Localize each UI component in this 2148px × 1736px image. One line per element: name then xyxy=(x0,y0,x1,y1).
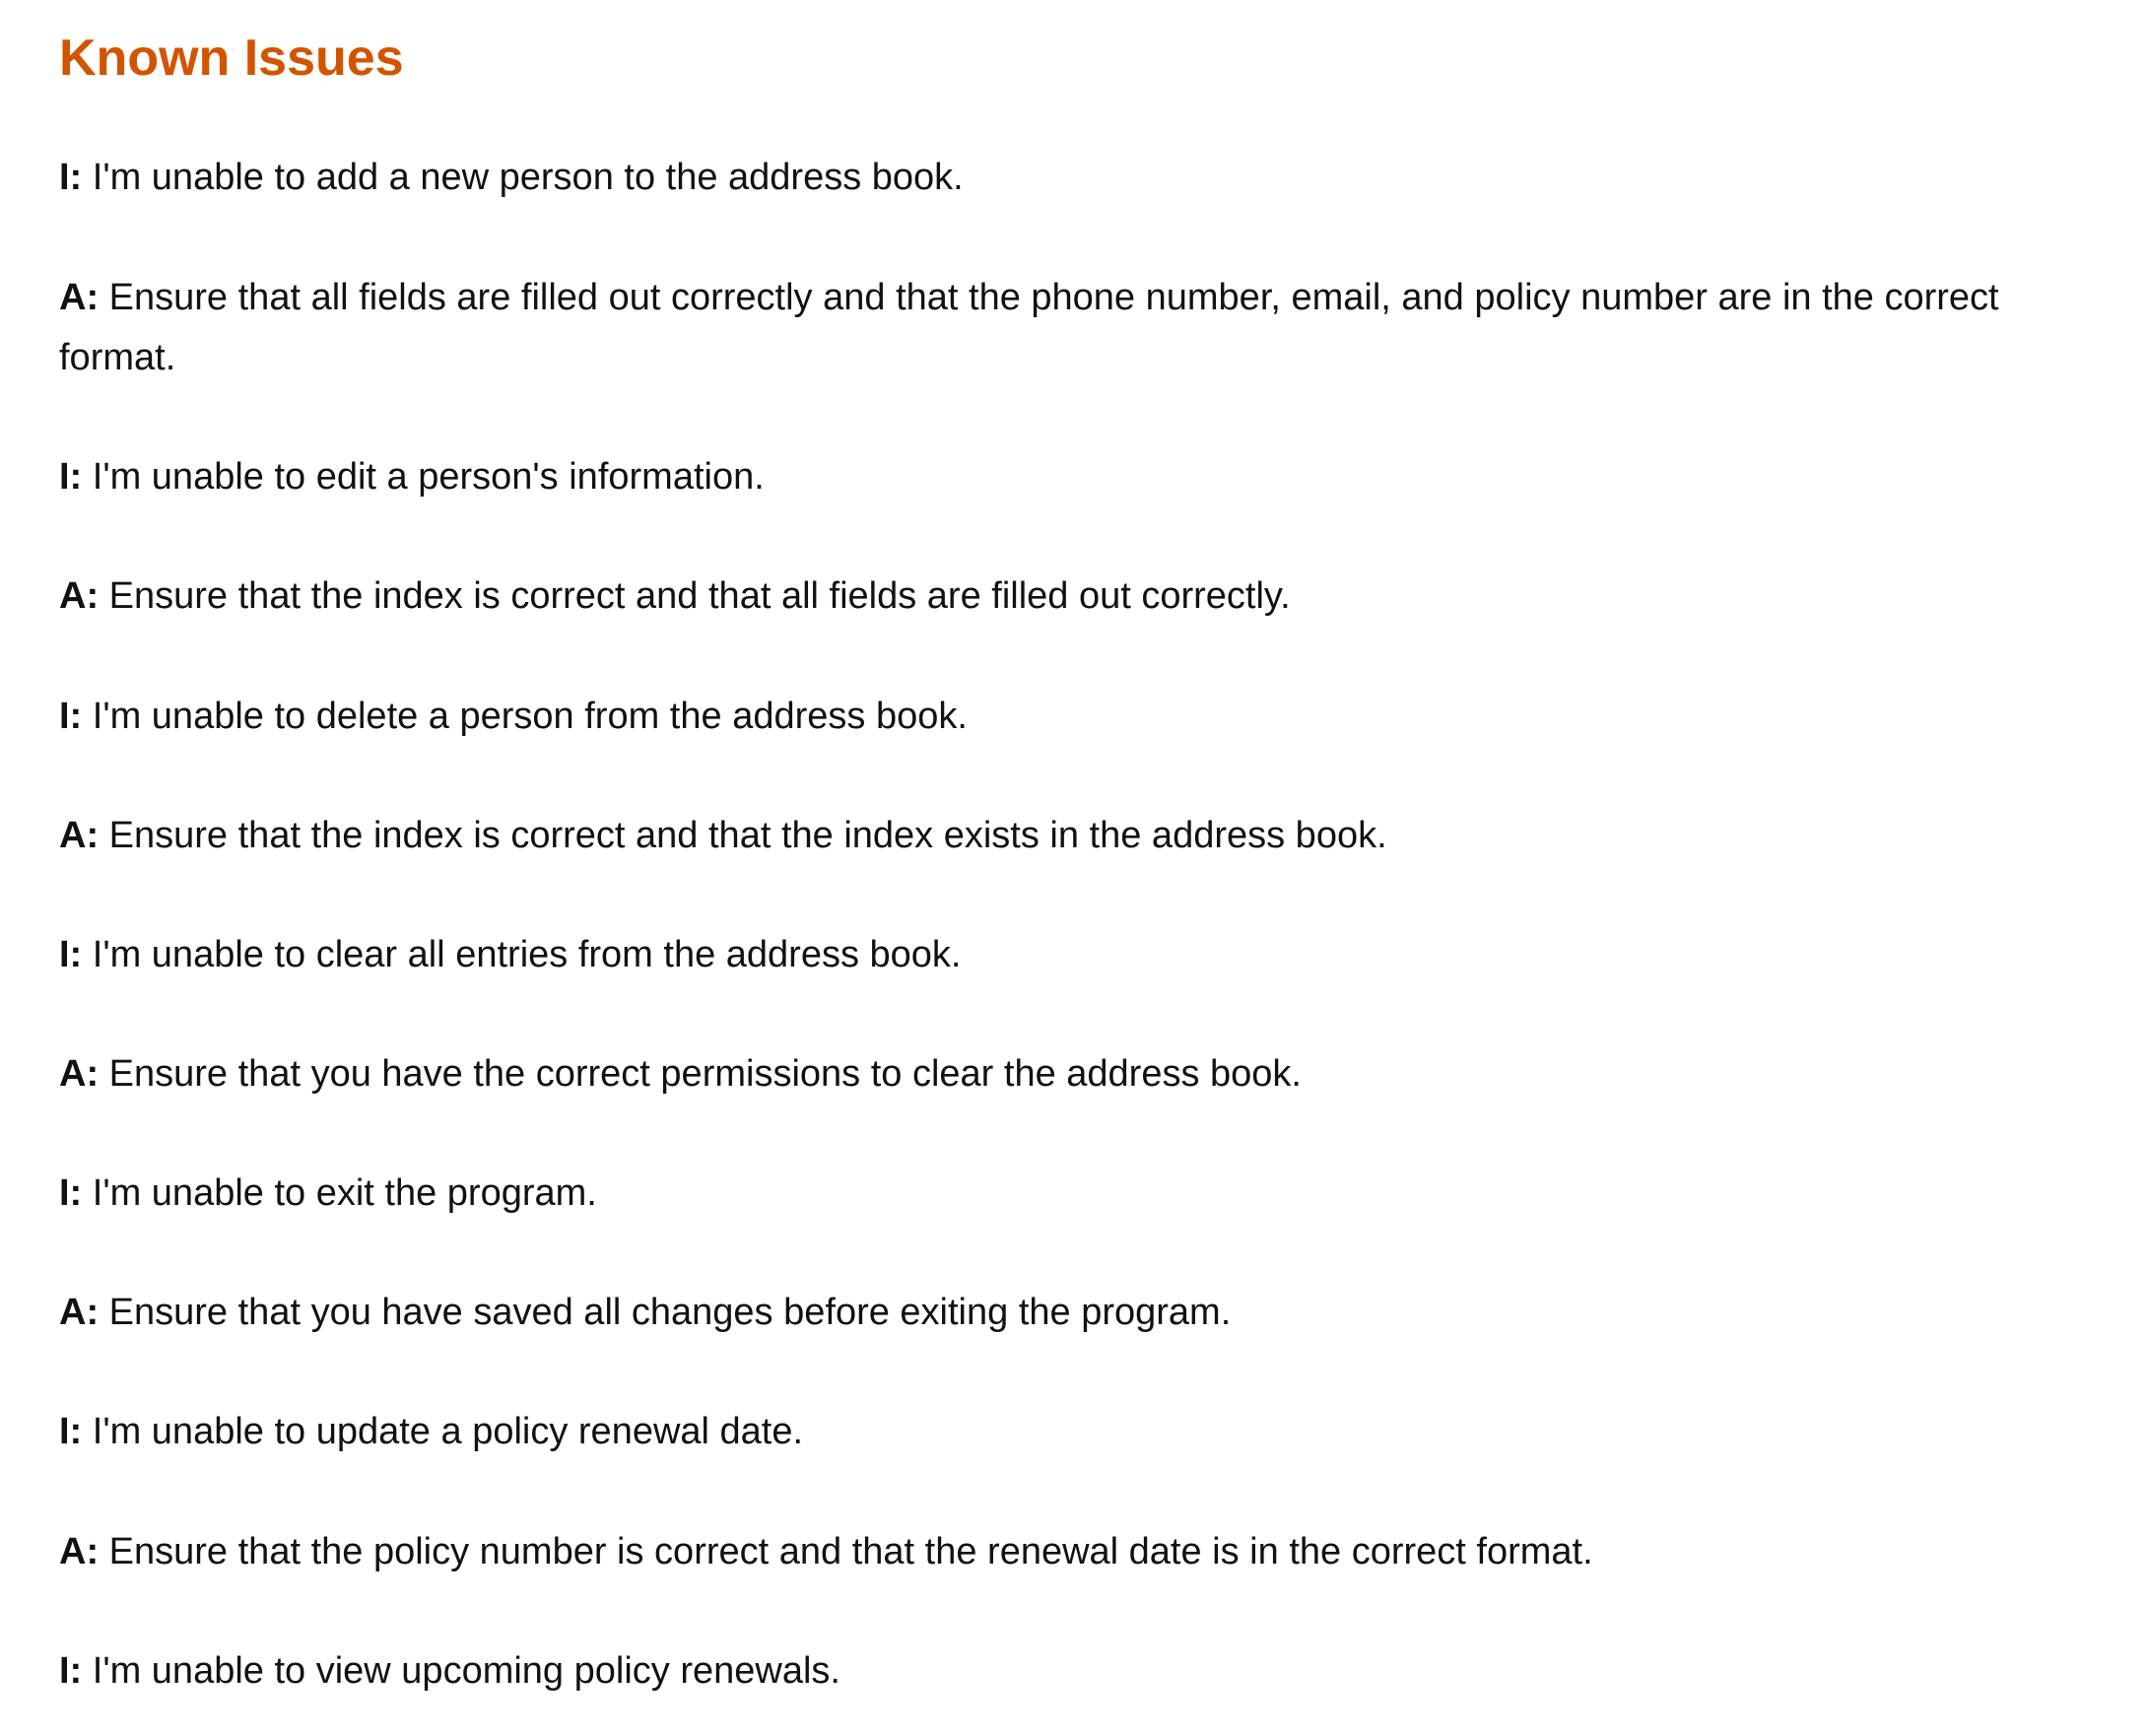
issue-tag: I: xyxy=(59,934,83,975)
answer-tag: A: xyxy=(59,277,100,318)
issue-item: I: I'm unable to update a policy renewal… xyxy=(59,1402,2109,1462)
issue-text: I'm unable to view upcoming policy renew… xyxy=(82,1650,840,1692)
issue-tag: I: xyxy=(59,1411,83,1452)
issue-item: I: I'm unable to view upcoming policy re… xyxy=(59,1641,2109,1702)
answer-text: Ensure that you have saved all changes b… xyxy=(99,1292,1232,1333)
issue-tag: I: xyxy=(59,696,83,737)
answer-tag: A: xyxy=(59,1292,100,1333)
answer-item: A: Ensure that the index is correct and … xyxy=(59,567,2109,627)
issue-tag: I: xyxy=(59,456,83,498)
answer-tag: A: xyxy=(59,1531,100,1572)
answer-tag: A: xyxy=(59,1053,100,1095)
issue-item: I: I'm unable to edit a person's informa… xyxy=(59,447,2109,507)
issue-tag: I: xyxy=(59,1172,83,1214)
issue-item: I: I'm unable to delete a person from th… xyxy=(59,687,2109,747)
answer-tag: A: xyxy=(59,575,100,617)
answer-item: A: Ensure that the policy number is corr… xyxy=(59,1522,2109,1582)
answer-text: Ensure that the policy number is correct… xyxy=(99,1531,1593,1572)
answer-tag: A: xyxy=(59,815,100,856)
answer-text: Ensure that the index is correct and tha… xyxy=(99,815,1387,856)
issue-tag: I: xyxy=(59,157,83,198)
issue-text: I'm unable to edit a person's informatio… xyxy=(82,456,765,498)
answer-text: Ensure that all fields are filled out co… xyxy=(59,277,1999,378)
answer-text: Ensure that the index is correct and tha… xyxy=(99,575,1291,617)
answer-item: A: Ensure that you have the correct perm… xyxy=(59,1044,2109,1104)
issue-tag: I: xyxy=(59,1650,83,1692)
answer-item: A: Ensure that all fields are filled out… xyxy=(59,268,2109,388)
answer-item: A: Ensure that you have saved all change… xyxy=(59,1283,2109,1343)
issue-item: I: I'm unable to add a new person to the… xyxy=(59,148,2109,208)
issue-text: I'm unable to clear all entries from the… xyxy=(82,934,962,975)
issue-text: I'm unable to exit the program. xyxy=(82,1172,597,1214)
issue-text: I'm unable to update a policy renewal da… xyxy=(82,1411,804,1452)
issue-text: I'm unable to delete a person from the a… xyxy=(82,696,968,737)
answer-text: Ensure that you have the correct permiss… xyxy=(99,1053,1302,1095)
answer-item: A: Ensure that the index is correct and … xyxy=(59,806,2109,866)
issue-item: I: I'm unable to clear all entries from … xyxy=(59,925,2109,985)
page-title: Known Issues xyxy=(59,30,404,87)
issue-text: I'm unable to add a new person to the ad… xyxy=(82,157,964,198)
issue-item: I: I'm unable to exit the program. xyxy=(59,1164,2109,1224)
